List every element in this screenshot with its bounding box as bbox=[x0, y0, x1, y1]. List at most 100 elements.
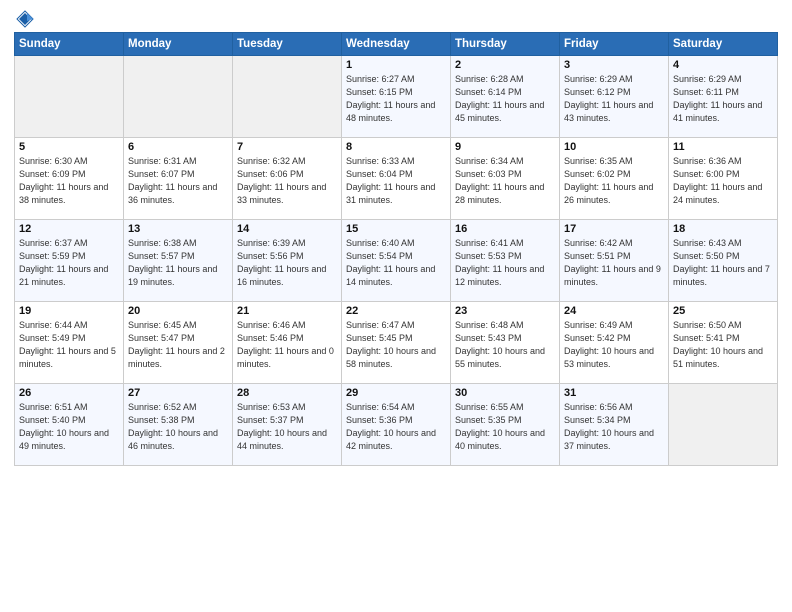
calendar-cell: 5Sunrise: 6:30 AM Sunset: 6:09 PM Daylig… bbox=[15, 138, 124, 220]
calendar-cell: 14 Sunrise: 6:39 AM Sunset: 5:56 PM Dayli… bbox=[233, 220, 342, 302]
weekday-header: Saturday bbox=[669, 33, 778, 56]
calendar-header-row: SundayMondayTuesdayWednesdayThursdayFrid… bbox=[15, 33, 778, 56]
calendar-cell: 23 Sunrise: 6:48 AM Sunset: 5:43 PM Dayli… bbox=[451, 302, 560, 384]
day-number: 20 bbox=[128, 305, 228, 317]
day-number: 10 bbox=[564, 141, 664, 153]
calendar-cell: 26Sunrise: 6:51 AM Sunset: 5:40 PM Dayli… bbox=[15, 384, 124, 466]
calendar-cell bbox=[233, 56, 342, 138]
weekday-header: Thursday bbox=[451, 33, 560, 56]
day-info: Sunrise: 6:32 AM Sunset: 6:06 PM Dayligh… bbox=[237, 155, 337, 207]
calendar-cell: 13 Sunrise: 6:38 AM Sunset: 5:57 PM Dayli… bbox=[124, 220, 233, 302]
calendar-cell: 3Sunrise: 6:29 AM Sunset: 6:12 PM Daylig… bbox=[560, 56, 669, 138]
calendar-cell: 17 Sunrise: 6:42 AM Sunset: 5:51 PM Dayli… bbox=[560, 220, 669, 302]
day-info: Sunrise: 6:29 AM Sunset: 6:11 PM Dayligh… bbox=[673, 73, 773, 125]
day-info: Sunrise: 6:27 AM Sunset: 6:15 PM Dayligh… bbox=[346, 73, 446, 125]
calendar-cell: 1 Sunrise: 6:27 AM Sunset: 6:15 PM Daylig… bbox=[342, 56, 451, 138]
day-info: Sunrise: 6:37 AM Sunset: 5:59 PM Dayligh… bbox=[19, 237, 119, 289]
day-number: 31 bbox=[564, 387, 664, 399]
calendar-cell: 2Sunrise: 6:28 AM Sunset: 6:14 PM Daylig… bbox=[451, 56, 560, 138]
day-info: Sunrise: 6:52 AM Sunset: 5:38 PM Dayligh… bbox=[128, 401, 228, 453]
day-number: 17 bbox=[564, 223, 664, 235]
calendar-cell: 7 Sunrise: 6:32 AM Sunset: 6:06 PM Daylig… bbox=[233, 138, 342, 220]
calendar-cell: 22 Sunrise: 6:47 AM Sunset: 5:45 PM Dayli… bbox=[342, 302, 451, 384]
calendar-cell: 4Sunrise: 6:29 AM Sunset: 6:11 PM Daylig… bbox=[669, 56, 778, 138]
day-number: 14 bbox=[237, 223, 337, 235]
calendar-table: SundayMondayTuesdayWednesdayThursdayFrid… bbox=[14, 32, 778, 466]
day-number: 21 bbox=[237, 305, 337, 317]
day-info: Sunrise: 6:55 AM Sunset: 5:35 PM Dayligh… bbox=[455, 401, 555, 453]
calendar-week-row: 19 Sunrise: 6:44 AM Sunset: 5:49 PM Dayli… bbox=[15, 302, 778, 384]
day-info: Sunrise: 6:40 AM Sunset: 5:54 PM Dayligh… bbox=[346, 237, 446, 289]
day-info: Sunrise: 6:44 AM Sunset: 5:49 PM Dayligh… bbox=[19, 319, 119, 371]
calendar-cell: 8 Sunrise: 6:33 AM Sunset: 6:04 PM Daylig… bbox=[342, 138, 451, 220]
day-info: Sunrise: 6:56 AM Sunset: 5:34 PM Dayligh… bbox=[564, 401, 664, 453]
day-info: Sunrise: 6:48 AM Sunset: 5:43 PM Dayligh… bbox=[455, 319, 555, 371]
weekday-header: Sunday bbox=[15, 33, 124, 56]
calendar-cell bbox=[669, 384, 778, 466]
calendar-cell: 16 Sunrise: 6:41 AM Sunset: 5:53 PM Dayli… bbox=[451, 220, 560, 302]
day-info: Sunrise: 6:53 AM Sunset: 5:37 PM Dayligh… bbox=[237, 401, 337, 453]
day-info: Sunrise: 6:35 AM Sunset: 6:02 PM Dayligh… bbox=[564, 155, 664, 207]
day-number: 27 bbox=[128, 387, 228, 399]
day-info: Sunrise: 6:54 AM Sunset: 5:36 PM Dayligh… bbox=[346, 401, 446, 453]
day-info: Sunrise: 6:34 AM Sunset: 6:03 PM Dayligh… bbox=[455, 155, 555, 207]
day-number: 25 bbox=[673, 305, 773, 317]
day-number: 13 bbox=[128, 223, 228, 235]
calendar-week-row: 1 Sunrise: 6:27 AM Sunset: 6:15 PM Daylig… bbox=[15, 56, 778, 138]
weekday-header: Wednesday bbox=[342, 33, 451, 56]
day-number: 18 bbox=[673, 223, 773, 235]
calendar-cell: 12 Sunrise: 6:37 AM Sunset: 5:59 PM Dayli… bbox=[15, 220, 124, 302]
day-number: 16 bbox=[455, 223, 555, 235]
page-container: SundayMondayTuesdayWednesdayThursdayFrid… bbox=[0, 0, 792, 612]
day-number: 19 bbox=[19, 305, 119, 317]
header bbox=[14, 10, 778, 28]
calendar-cell: 31 Sunrise: 6:56 AM Sunset: 5:34 PM Dayli… bbox=[560, 384, 669, 466]
calendar-cell: 6Sunrise: 6:31 AM Sunset: 6:07 PM Daylig… bbox=[124, 138, 233, 220]
day-number: 11 bbox=[673, 141, 773, 153]
calendar-cell: 30 Sunrise: 6:55 AM Sunset: 5:35 PM Dayli… bbox=[451, 384, 560, 466]
day-number: 1 bbox=[346, 59, 446, 71]
calendar-cell bbox=[124, 56, 233, 138]
calendar-cell: 18 Sunrise: 6:43 AM Sunset: 5:50 PM Dayli… bbox=[669, 220, 778, 302]
calendar-cell: 15 Sunrise: 6:40 AM Sunset: 5:54 PM Dayli… bbox=[342, 220, 451, 302]
day-info: Sunrise: 6:41 AM Sunset: 5:53 PM Dayligh… bbox=[455, 237, 555, 289]
day-number: 15 bbox=[346, 223, 446, 235]
calendar-cell: 25 Sunrise: 6:50 AM Sunset: 5:41 PM Dayli… bbox=[669, 302, 778, 384]
day-number: 2 bbox=[455, 59, 555, 71]
calendar-cell: 20 Sunrise: 6:45 AM Sunset: 5:47 PM Dayli… bbox=[124, 302, 233, 384]
day-info: Sunrise: 6:46 AM Sunset: 5:46 PM Dayligh… bbox=[237, 319, 337, 371]
weekday-header: Monday bbox=[124, 33, 233, 56]
calendar-cell: 28Sunrise: 6:53 AM Sunset: 5:37 PM Dayli… bbox=[233, 384, 342, 466]
calendar-cell: 21 Sunrise: 6:46 AM Sunset: 5:46 PM Dayli… bbox=[233, 302, 342, 384]
day-info: Sunrise: 6:36 AM Sunset: 6:00 PM Dayligh… bbox=[673, 155, 773, 207]
day-number: 7 bbox=[237, 141, 337, 153]
day-info: Sunrise: 6:43 AM Sunset: 5:50 PM Dayligh… bbox=[673, 237, 773, 289]
calendar-week-row: 12 Sunrise: 6:37 AM Sunset: 5:59 PM Dayli… bbox=[15, 220, 778, 302]
day-info: Sunrise: 6:49 AM Sunset: 5:42 PM Dayligh… bbox=[564, 319, 664, 371]
day-info: Sunrise: 6:31 AM Sunset: 6:07 PM Dayligh… bbox=[128, 155, 228, 207]
day-info: Sunrise: 6:51 AM Sunset: 5:40 PM Dayligh… bbox=[19, 401, 119, 453]
day-info: Sunrise: 6:50 AM Sunset: 5:41 PM Dayligh… bbox=[673, 319, 773, 371]
day-number: 12 bbox=[19, 223, 119, 235]
calendar-cell: 29 Sunrise: 6:54 AM Sunset: 5:36 PM Dayli… bbox=[342, 384, 451, 466]
calendar-cell bbox=[15, 56, 124, 138]
day-number: 30 bbox=[455, 387, 555, 399]
weekday-header: Tuesday bbox=[233, 33, 342, 56]
day-info: Sunrise: 6:38 AM Sunset: 5:57 PM Dayligh… bbox=[128, 237, 228, 289]
day-info: Sunrise: 6:29 AM Sunset: 6:12 PM Dayligh… bbox=[564, 73, 664, 125]
day-info: Sunrise: 6:42 AM Sunset: 5:51 PM Dayligh… bbox=[564, 237, 664, 289]
day-number: 29 bbox=[346, 387, 446, 399]
day-info: Sunrise: 6:47 AM Sunset: 5:45 PM Dayligh… bbox=[346, 319, 446, 371]
logo bbox=[14, 10, 36, 28]
logo-icon bbox=[16, 10, 34, 28]
day-info: Sunrise: 6:39 AM Sunset: 5:56 PM Dayligh… bbox=[237, 237, 337, 289]
day-number: 5 bbox=[19, 141, 119, 153]
calendar-cell: 10 Sunrise: 6:35 AM Sunset: 6:02 PM Dayli… bbox=[560, 138, 669, 220]
day-number: 8 bbox=[346, 141, 446, 153]
day-number: 22 bbox=[346, 305, 446, 317]
day-number: 23 bbox=[455, 305, 555, 317]
calendar-cell: 11 Sunrise: 6:36 AM Sunset: 6:00 PM Dayli… bbox=[669, 138, 778, 220]
day-info: Sunrise: 6:45 AM Sunset: 5:47 PM Dayligh… bbox=[128, 319, 228, 371]
day-number: 9 bbox=[455, 141, 555, 153]
day-info: Sunrise: 6:33 AM Sunset: 6:04 PM Dayligh… bbox=[346, 155, 446, 207]
